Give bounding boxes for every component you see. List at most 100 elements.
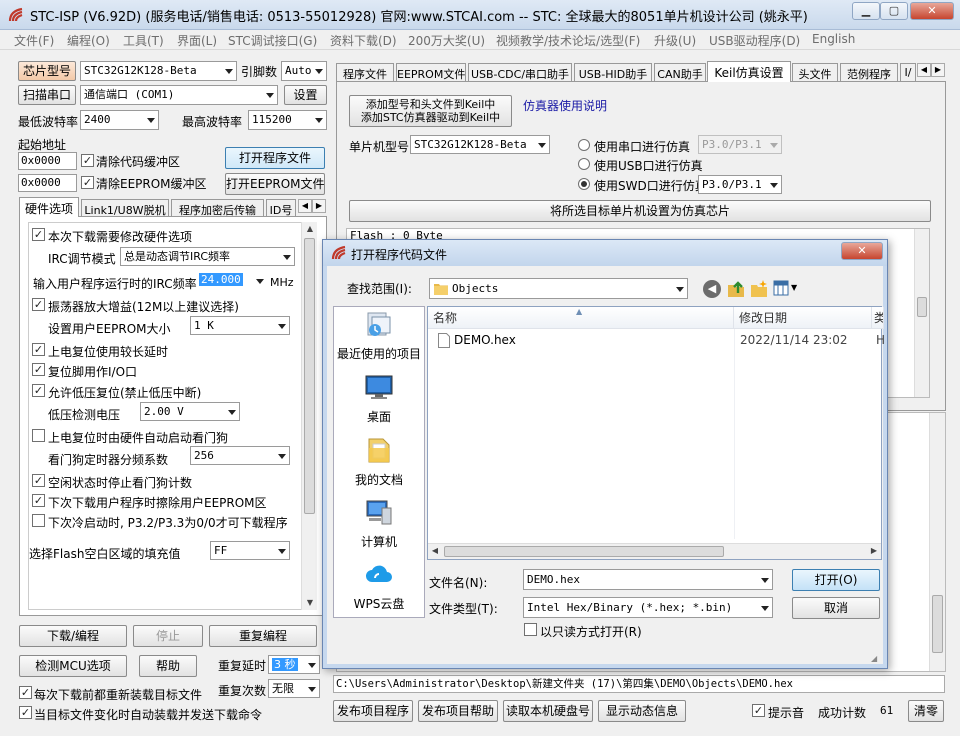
pin-count-select[interactable]: Auto [281,61,327,81]
eeprom-start-address-input[interactable]: 0x0000 [18,174,77,192]
hardware-options-scrollbar[interactable]: ▲ ▼ [301,222,317,610]
up-folder-icon[interactable] [726,279,746,299]
min-baud-select[interactable]: 2400 [80,110,159,130]
chip-model-button[interactable]: 芯片型号 [18,61,76,81]
long-reset-delay-checkbox[interactable]: ✓ [32,343,45,356]
place-documents[interactable]: 我的文档 [334,436,424,488]
menu-upgrade[interactable]: 升级(U) [654,32,696,49]
tab-can[interactable]: CAN助手 [654,63,706,81]
menu-downloads[interactable]: 资料下载(D) [330,32,397,49]
low-voltage-reset-checkbox[interactable]: ✓ [32,384,45,397]
port-select[interactable]: 通信端口 (COM1) [80,85,278,105]
sim-serial-port-select[interactable]: P3.0/P3.1 [698,135,782,154]
place-wps-cloud[interactable]: WPS云盘 [334,560,424,612]
tab-usb-cdc-serial[interactable]: USB-CDC/串口助手 [468,63,572,81]
minimize-button[interactable]: ▁ [852,2,880,20]
irc-frequency-select[interactable]: 24.000 [199,272,267,290]
tab-link1-offline[interactable]: Link1/U8W脱机 [81,199,169,217]
irc-mode-select[interactable]: 总是动态调节IRC频率 [120,247,295,266]
repeat-count-select[interactable]: 无限 [268,679,320,698]
menu-prize[interactable]: 200万大奖(U) [408,32,485,49]
sim-serial-radio[interactable] [578,139,590,151]
scrollbar-thumb[interactable] [304,238,315,514]
tab-scroll-left-icon[interactable]: ◀ [298,199,312,213]
menu-program[interactable]: 编程(O) [67,32,110,49]
file-type-select[interactable]: Intel Hex/Binary (*.hex; *.bin) [523,597,773,618]
max-baud-select[interactable]: 115200 [248,110,327,130]
column-type-header[interactable]: 类 [872,307,884,329]
read-only-checkbox[interactable] [524,623,537,636]
beep-checkbox[interactable]: ✓ [752,704,765,717]
file-list-hscrollbar[interactable]: ◀ ▶ [428,543,881,559]
add-keil-button[interactable]: 添加型号和头文件到Keil中 添加STC仿真器驱动到Keil中 [349,95,512,127]
resize-grip-icon[interactable]: ◢ [871,654,881,664]
stop-button[interactable]: 停止 [133,625,203,647]
place-recent[interactable]: 最近使用的项目 [334,310,424,362]
menu-tools[interactable]: 工具(T) [123,32,164,49]
tab-header-file[interactable]: 头文件 [792,63,838,81]
scroll-down-icon[interactable]: ▼ [303,596,317,610]
menu-english[interactable]: English [812,32,855,46]
clear-count-button[interactable]: 清零 [908,700,944,722]
publish-project-button[interactable]: 发布项目程序 [333,700,413,722]
osc-gain-checkbox[interactable]: ✓ [32,298,45,311]
info-scrollbar[interactable] [914,229,929,397]
clear-eeprom-buffer-checkbox[interactable]: ✓ [81,176,94,189]
eeprom-size-select[interactable]: 1 K [190,316,290,335]
p32-p33-download-checkbox[interactable] [32,514,45,527]
scan-port-button[interactable]: 扫描串口 [18,85,76,105]
port-settings-button[interactable]: 设置 [284,85,327,105]
hw-watchdog-checkbox[interactable] [32,429,45,442]
tab-scroll-right-icon[interactable]: ▶ [312,199,326,213]
help-button[interactable]: 帮助 [139,655,197,677]
open-eeprom-file-button[interactable]: 打开EEPROM文件 [225,173,325,195]
place-desktop[interactable]: 桌面 [334,373,424,425]
clear-code-buffer-checkbox[interactable]: ✓ [81,154,94,167]
set-sim-chip-button[interactable]: 将所选目标单片机设置为仿真芯片 [349,200,931,222]
erase-eeprom-checkbox[interactable]: ✓ [32,494,45,507]
view-menu-icon[interactable]: ▼ [773,280,801,298]
modify-hw-options-checkbox[interactable]: ✓ [32,228,45,241]
code-start-address-input[interactable]: 0x0000 [18,152,77,170]
close-button[interactable]: ✕ [910,2,954,20]
detect-mcu-button[interactable]: 检测MCU选项 [19,655,127,677]
chip-model-select[interactable]: STC32G12K128-Beta [80,61,237,81]
menu-debug[interactable]: STC调试接口(G) [228,32,317,49]
open-program-file-button[interactable]: 打开程序文件 [225,147,325,169]
right-tab-scroll-right-icon[interactable]: ▶ [931,63,945,77]
auto-load-send-checkbox[interactable]: ✓ [19,706,32,719]
maximize-button[interactable]: ▢ [880,2,908,20]
sim-usb-radio[interactable] [578,158,590,170]
scroll-up-icon[interactable]: ▲ [303,222,317,236]
info-scrollbar-thumb[interactable] [917,297,927,317]
right-tab-scroll-left-icon[interactable]: ◀ [917,63,931,77]
menu-video[interactable]: 视频教学/技术论坛/选型(F) [496,32,640,49]
flash-fill-select[interactable]: FF [210,541,290,560]
sim-help-link[interactable]: 仿真器使用说明 [523,97,607,114]
output-scrollbar-thumb[interactable] [932,595,943,653]
output-log-scrollbar[interactable] [929,413,945,671]
sim-swd-port-select[interactable]: P3.0/P3.1 [698,175,782,194]
file-row-demo-hex[interactable]: DEMO.hex 2022/11/14 23:02 H [430,331,885,351]
repeat-delay-select[interactable]: 3 秒 [268,655,320,674]
dialog-close-button[interactable]: ✕ [841,242,883,260]
scroll-right-icon[interactable]: ▶ [867,544,881,558]
scroll-left-icon[interactable]: ◀ [428,544,442,558]
menu-file[interactable]: 文件(F) [14,32,54,49]
menu-usb-driver[interactable]: USB驱动程序(D) [709,32,800,49]
new-folder-icon[interactable] [749,279,769,299]
look-in-select[interactable]: Objects [429,278,688,299]
download-program-button[interactable]: 下载/编程 [19,625,127,647]
file-name-input[interactable]: DEMO.hex [523,569,773,590]
mcu-model-select[interactable]: STC32G12K128-Beta [410,135,550,154]
tab-encrypted-transfer[interactable]: 程序加密后传输 [171,199,264,217]
show-dynamic-info-button[interactable]: 显示动态信息 [598,700,686,722]
tab-id-number[interactable]: ID号 [266,199,296,217]
publish-help-button[interactable]: 发布项目帮助 [418,700,498,722]
dialog-open-button[interactable]: 打开(O) [792,569,880,591]
dialog-cancel-button[interactable]: 取消 [792,597,880,619]
reset-pin-io-checkbox[interactable]: ✓ [32,363,45,376]
tab-more[interactable]: I/ [900,63,916,81]
read-disk-id-button[interactable]: 读取本机硬盘号 [503,700,593,722]
wdt-prescaler-select[interactable]: 256 [190,446,290,465]
